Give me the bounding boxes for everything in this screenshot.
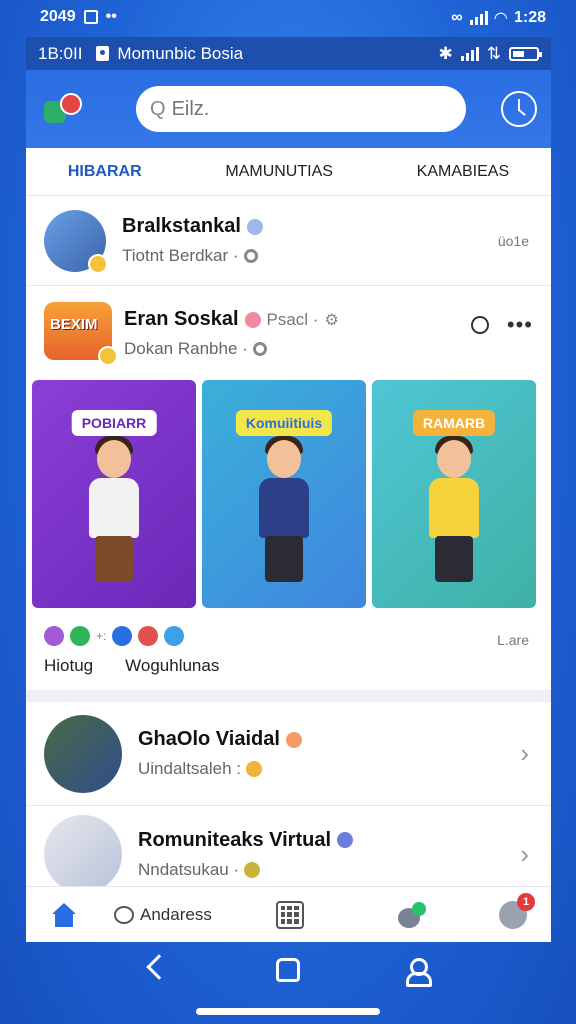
globe-icon (246, 218, 263, 235)
post-logo-text: BEXIM (50, 316, 98, 333)
item-title: Romuniteaks Virtual (138, 828, 332, 851)
signal-bars-icon (460, 46, 479, 61)
item-subtitle: Uindaltsaleh : (138, 759, 242, 778)
separator-icon: +: (96, 629, 107, 643)
wifi-icon: ◠ (494, 10, 507, 27)
battery-time: 1:28 (513, 9, 546, 26)
device-status-bar: 2049 •• ∞ ◠ 1:28 (0, 0, 576, 34)
item-subtitle: Tiotnt Berdkar · (122, 246, 239, 265)
device-time: 2049 (40, 8, 76, 25)
chevron-right-icon[interactable]: › (520, 738, 529, 769)
bottom-nav: Andaress 1 (26, 886, 551, 942)
like-reaction-icon[interactable] (70, 626, 90, 646)
list-item[interactable]: Bralkstankal Tiotnt Berdkar · üo1e (26, 196, 551, 286)
search-input[interactable] (171, 97, 432, 121)
settings-gear-icon: ⚙ (324, 311, 339, 329)
app-status-time: 1B:0II (38, 43, 83, 63)
notifications-icon[interactable]: 1 (499, 892, 535, 929)
post-gallery: POBIARR Komuiitiuis RAMARB (26, 380, 551, 608)
avatar (44, 815, 122, 893)
app-status-bar: 1B:0II Momunbic Bosia ✱ ⇅ (26, 37, 551, 70)
post: BEXIM Eran Soskal Psacl · ⚙ Dokan Ranbhe… (26, 286, 551, 676)
emoji-badge-icon (88, 253, 108, 274)
post-author[interactable]: Eran Soskal (124, 308, 239, 331)
chat-icon (114, 905, 134, 924)
gallery-card[interactable]: RAMARB (372, 380, 536, 608)
post-subtitle: Dokan Ranbhe · (124, 339, 248, 358)
card-label: RAMARB (412, 410, 496, 436)
audience-icon (243, 249, 258, 263)
app-header: Q (26, 70, 551, 148)
nav-chat-label: Andaress (140, 904, 212, 924)
love-reaction-icon[interactable] (138, 626, 159, 646)
signal-icon (469, 11, 488, 25)
item-subtitle: Nndatsukau · (138, 859, 240, 879)
notification-icon (83, 10, 98, 24)
tab-mamunutias[interactable]: MAMUNUTIAS (219, 163, 339, 181)
share-reaction-icon[interactable] (112, 626, 133, 646)
chevron-right-icon[interactable]: › (520, 839, 529, 870)
send-reaction-icon[interactable] (164, 626, 185, 646)
emoji-icon (244, 861, 261, 878)
people-icon[interactable] (396, 901, 426, 928)
post-logo[interactable]: BEXIM (44, 302, 118, 366)
link-icon: ∞ (451, 9, 463, 26)
app-status-icon (96, 46, 110, 61)
nav-chat[interactable]: Andaress (114, 905, 212, 925)
audience-icon (252, 342, 267, 356)
emoji-badge-icon (98, 346, 118, 366)
item-title: GhaOlo Viaidal (138, 728, 280, 750)
list-item[interactable]: GhaOlo Viaidal Uindaltsaleh : › (26, 702, 551, 806)
notification-badge: 1 (517, 892, 535, 911)
card-label: POBIARR (71, 410, 157, 436)
clock-icon[interactable] (501, 91, 537, 127)
card-label: Komuiitiuis (235, 410, 333, 436)
logo-red-icon (60, 93, 82, 115)
post-header: BEXIM Eran Soskal Psacl · ⚙ Dokan Ranbhe… (26, 286, 551, 366)
reaction-bar: +: L.are (26, 608, 551, 648)
section-divider (26, 690, 551, 702)
emoji-icon (285, 731, 302, 748)
reaction-labels: Hiotug Woguhlunas (26, 646, 551, 676)
gallery-card[interactable]: POBIARR (32, 380, 196, 608)
reaction-label[interactable]: Hiotug (44, 656, 93, 676)
gesture-pill[interactable] (196, 1008, 380, 1015)
app-window: 1B:0II Momunbic Bosia ✱ ⇅ Q HIBARAR MAMU… (26, 37, 551, 942)
app-logo[interactable] (40, 91, 84, 127)
profile-icon[interactable] (404, 956, 432, 987)
data-icon: ⇅ (486, 43, 501, 63)
emoji-icon (337, 832, 354, 848)
more-options-icon[interactable]: ••• (507, 314, 533, 336)
character-illustration (409, 436, 499, 590)
character-illustration (69, 436, 159, 590)
tab-kamabieas[interactable]: KAMABIEAS (411, 163, 515, 181)
post-tag: Psacl · (266, 309, 319, 329)
tab-bar: HIBARAR MAMUNUTIAS KAMABIEAS (26, 148, 551, 196)
reaction-meta: L.are (497, 632, 529, 648)
app-title: Momunbic Bosia (117, 43, 244, 63)
bluetooth-icon: ✱ (438, 43, 453, 63)
item-meta: üo1e (497, 232, 529, 249)
avatar (44, 714, 122, 793)
item-title: Bralkstankal (122, 215, 241, 237)
emoji-icon (244, 311, 261, 328)
more-dots-icon: •• (105, 8, 117, 25)
grid-icon[interactable] (275, 900, 304, 929)
heart-reaction-icon[interactable] (44, 626, 64, 646)
character-illustration (239, 436, 329, 590)
search-icon: Q (150, 97, 166, 120)
emoji-icon (246, 761, 263, 777)
home-icon[interactable] (50, 902, 78, 927)
search-bar[interactable]: Q (136, 86, 466, 132)
avatar (44, 209, 108, 274)
gallery-card[interactable]: Komuiitiuis (202, 380, 366, 608)
reaction-label[interactable]: Woguhlunas (125, 656, 219, 676)
tab-hibarar[interactable]: HIBARAR (62, 163, 148, 181)
post-search-icon[interactable] (470, 316, 489, 334)
home-button-icon[interactable] (276, 958, 300, 982)
battery-icon (509, 46, 542, 61)
